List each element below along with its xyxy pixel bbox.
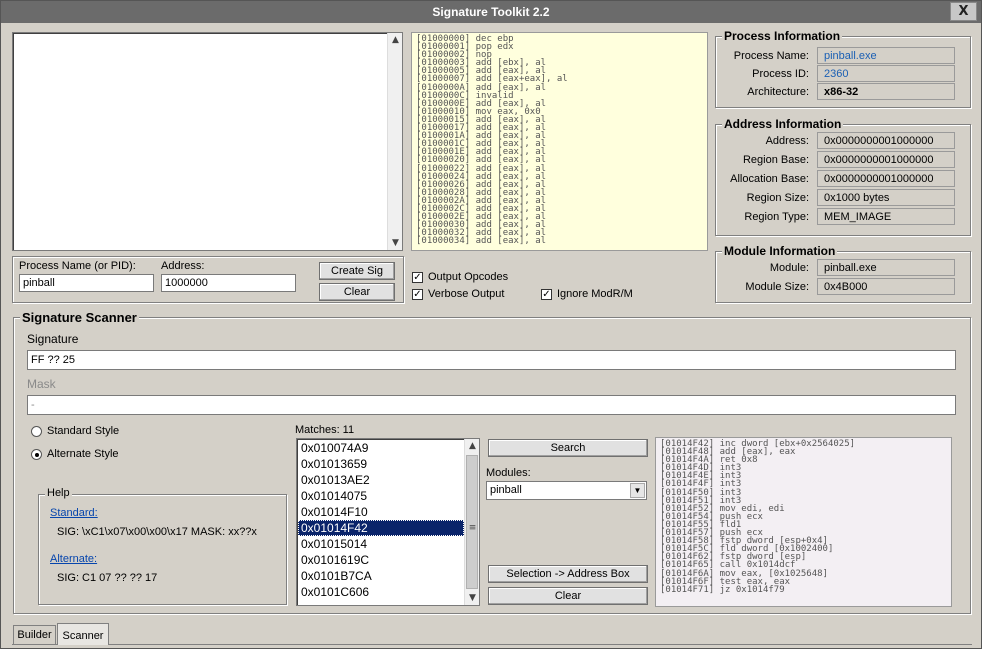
scroll-up-icon[interactable]: ▲ [465, 439, 479, 453]
output-opcodes-checkbox[interactable]: ✓ [412, 272, 423, 283]
address-info-label: Allocation Base: [730, 173, 809, 185]
address-info-label: Region Type: [744, 211, 809, 223]
process-name-text: pinball.exe [824, 50, 877, 62]
disassembly-text: [01000000] dec ebp [01000001] pop edx [010… [416, 34, 703, 247]
process-id-label: Process ID: [752, 68, 809, 80]
match-list-item[interactable]: 0x01013659 [298, 456, 464, 472]
architecture-value: x86-32 [817, 83, 955, 100]
verbose-output-checkbox[interactable]: ✓ [412, 289, 423, 300]
address-info-value: 0x0000000001000000 [817, 170, 955, 187]
signature-scanner-title: Signature Scanner [20, 310, 139, 325]
address-input[interactable] [161, 274, 296, 292]
create-sig-button[interactable]: Create Sig [319, 262, 395, 280]
match-list-item[interactable]: 0x01014F10 [298, 504, 464, 520]
address-info-value: 0x0000000001000000 [817, 132, 955, 149]
clear-button[interactable]: Clear [319, 283, 395, 301]
alternate-help-text: SIG: C1 07 ?? ?? 17 [57, 572, 158, 584]
matches-list[interactable]: 0x010074A9 0x01013659 0x01013AE2 0x01014075… [296, 438, 480, 606]
address-info-label: Region Size: [746, 192, 809, 204]
ignore-modrm-label: Ignore ModR/M [557, 288, 633, 300]
alternate-style-radio[interactable] [31, 449, 42, 460]
signature-label: Signature [27, 332, 79, 346]
signature-input[interactable] [27, 350, 956, 370]
main-window: Signature Toolkit 2.2 X ▲ ▼ [01000000] d… [0, 0, 982, 649]
module-label: Module: [769, 262, 809, 274]
window-title: Signature Toolkit 2.2 [432, 5, 550, 19]
process-name-value: pinball.exe [817, 47, 955, 64]
chevron-down-icon[interactable]: ▼ [630, 483, 645, 498]
process-name-info-label: Process Name: [733, 50, 809, 62]
radio-selected-dot [35, 453, 39, 457]
module-text: pinball.exe [824, 262, 877, 274]
output-scrollbar[interactable]: ▲ ▼ [387, 33, 402, 250]
module-size-value: 0x4B000 [817, 278, 955, 295]
ignore-modrm-checkbox[interactable]: ✓ [541, 289, 552, 300]
standard-style-radio[interactable] [31, 426, 42, 437]
mask-input[interactable] [27, 395, 956, 415]
process-info-title: Process Information [722, 29, 843, 43]
address-info-value: MEM_IMAGE [817, 208, 955, 225]
tab-strip-line [12, 644, 972, 645]
match-list-item[interactable]: 0x01015014 [298, 536, 464, 552]
standard-help-text: SIG: \xC1\x07\x00\x00\x17 MASK: xx??x [57, 526, 257, 538]
address-info-value: 0x0000000001000000 [817, 151, 955, 168]
disassembly-panel[interactable]: [01000000] dec ebp [01000001] pop edx [010… [411, 32, 708, 251]
scroll-down-icon[interactable]: ▼ [465, 591, 479, 605]
address-info-label: Address: [765, 135, 809, 147]
standard-help-link[interactable]: Standard: [50, 507, 98, 519]
grip-icon: ≡ [468, 523, 477, 533]
address-info-value: 0x1000 bytes [817, 189, 955, 206]
module-size-text: 0x4B000 [824, 281, 868, 293]
output-textarea[interactable]: ▲ ▼ [12, 32, 403, 251]
title-bar: Signature Toolkit 2.2 X [1, 1, 981, 23]
tab-builder[interactable]: Builder [13, 625, 56, 644]
selection-to-address-button[interactable]: Selection -> Address Box [488, 565, 648, 583]
scroll-down-icon[interactable]: ▼ [388, 236, 403, 250]
verbose-output-label: Verbose Output [428, 288, 505, 300]
process-name-label: Process Name (or PID): [19, 260, 136, 272]
disasm-line: [01000034] add [eax], al [416, 236, 547, 247]
matches-scrollbar[interactable]: ▲ ≡ ▼ [464, 439, 479, 605]
scanner-clear-button[interactable]: Clear [488, 587, 648, 605]
address-label: Address: [161, 260, 205, 272]
scanner-disasm-line: [01014F71] jz 0x1014f79 [660, 584, 785, 595]
architecture-text: x86-32 [824, 86, 859, 98]
search-button[interactable]: Search [488, 439, 648, 457]
modules-select[interactable]: pinball ▼ [486, 481, 647, 500]
alternate-style-label: Alternate Style [47, 448, 119, 460]
module-size-label: Module Size: [745, 281, 809, 293]
match-list-item[interactable]: 0x0101619C [298, 552, 464, 568]
standard-style-label: Standard Style [47, 425, 120, 437]
process-id-text: 2360 [824, 68, 849, 80]
matches-label: Matches: 11 [295, 424, 355, 436]
module-value: pinball.exe [817, 259, 955, 276]
match-list-item[interactable]: 0x01013AE2 [298, 472, 464, 488]
modules-selected-value: pinball [490, 484, 522, 496]
process-name-input[interactable] [19, 274, 154, 292]
match-list-item[interactable]: 0x0101C606 [298, 584, 464, 600]
output-opcodes-label: Output Opcodes [428, 271, 509, 283]
help-title: Help [45, 487, 72, 499]
match-list-item[interactable]: 0x01014F42 [298, 520, 464, 536]
tab-scanner[interactable]: Scanner [57, 623, 109, 645]
alternate-help-link[interactable]: Alternate: [50, 553, 97, 565]
address-info-title: Address Information [722, 117, 844, 131]
mask-label: Mask [27, 377, 56, 391]
architecture-label: Architecture: [747, 86, 809, 98]
modules-label: Modules: [486, 467, 531, 479]
address-info-label: Region Base: [742, 154, 809, 166]
match-list-item[interactable]: 0x0101B7CA [298, 568, 464, 584]
process-id-value: 2360 [817, 65, 955, 82]
match-list-item[interactable]: 0x010074A9 [298, 440, 464, 456]
scroll-up-icon[interactable]: ▲ [388, 33, 403, 47]
module-info-title: Module Information [722, 244, 838, 258]
scanner-disassembly-panel[interactable]: [01014F42] inc dword [ebx+0x2564025] [010… [655, 437, 952, 607]
close-button[interactable]: X [950, 2, 977, 21]
scanner-disassembly-text: [01014F42] inc dword [ebx+0x2564025] [010… [660, 439, 947, 595]
match-list-item[interactable]: 0x01014075 [298, 488, 464, 504]
